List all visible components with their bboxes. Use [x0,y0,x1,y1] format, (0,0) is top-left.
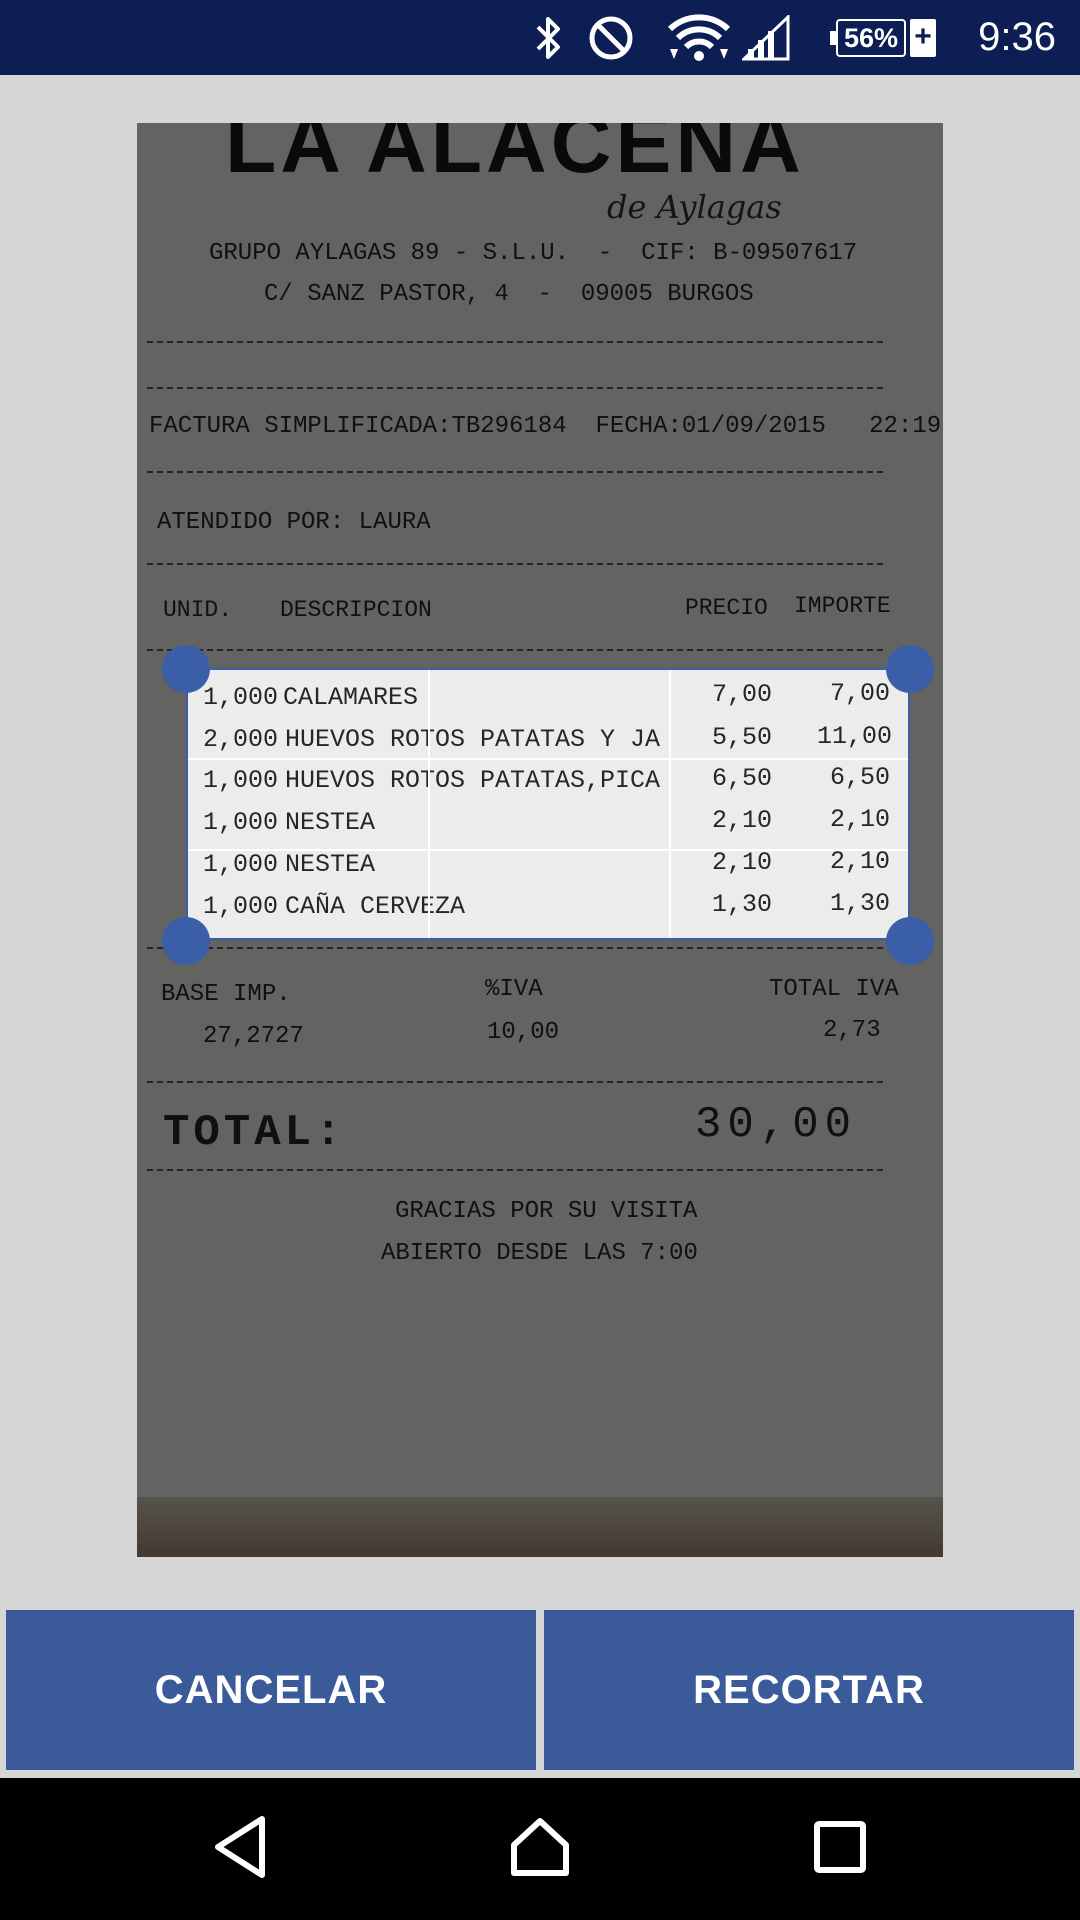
divider [147,649,883,651]
total-value: 30,00 [695,1100,858,1150]
receipt-invoice-line: FACTURA SIMPLIFICADA:TB296184 FECHA:01/0… [149,413,942,440]
grid-line [669,670,671,938]
divider [147,1081,883,1083]
divider [147,1169,883,1171]
divider [147,947,883,949]
do-not-disturb-icon [588,0,634,75]
divider [147,563,883,565]
navigation-bar [0,1778,1080,1920]
receipt-attended: ATENDIDO POR: LAURA [157,509,431,536]
header-descripcion: DESCRIPCION [280,597,432,623]
divider [147,387,883,389]
cancel-button[interactable]: CANCELAR [6,1610,536,1770]
header-importe: IMPORTE [794,593,891,619]
receipt-logo: LA ALACENA [225,123,805,190]
header-precio: PRECIO [685,595,768,621]
tax-iva-value: 10,00 [487,1019,560,1046]
total-label: TOTAL: [163,1108,346,1158]
battery-icon: 56% + [829,19,937,57]
grid-line [428,670,430,938]
crop-selection-frame[interactable] [186,668,910,940]
home-button[interactable] [480,1778,600,1920]
battery-percent: 56% [829,19,907,57]
crop-handle-bottom-right[interactable] [886,917,934,965]
crop-button[interactable]: RECORTAR [544,1610,1074,1770]
bluetooth-icon [532,0,566,75]
crop-handle-top-left[interactable] [162,645,210,693]
charging-indicator: + [910,19,937,57]
tax-iva-label: %IVA [485,976,543,1003]
home-icon [508,1815,572,1884]
receipt-company: GRUPO AYLAGAS 89 - S.L.U. - CIF: B-09507… [209,240,858,267]
tax-total-value: 2,73 [823,1017,881,1044]
cell-signal-icon [742,0,790,75]
tax-total-label: TOTAL IVA [769,976,899,1003]
divider [147,471,883,473]
receipt-logo-subtitle: de Aylagas [607,188,782,226]
recents-icon [812,1819,868,1880]
back-icon [210,1815,270,1884]
grid-line [188,758,908,760]
status-bar: 56% + 9:36 [0,0,1080,75]
crop-handle-top-right[interactable] [886,645,934,693]
opening-hours: ABIERTO DESDE LAS 7:00 [381,1240,698,1267]
receipt-address: C/ SANZ PASTOR, 4 - 09005 BURGOS [264,281,754,308]
tax-base-value: 27,2727 [203,1023,304,1050]
header-unid: UNID. [163,597,233,623]
divider [147,341,883,343]
thanks-message: GRACIAS POR SU VISITA [395,1198,698,1225]
crop-handle-bottom-left[interactable] [162,917,210,965]
recents-button[interactable] [780,1778,900,1920]
clock: 9:36 [978,15,1056,59]
grid-line [188,849,908,851]
wifi-icon [668,0,730,75]
tax-base-label: BASE IMP. [161,981,291,1008]
back-button[interactable] [180,1778,300,1920]
receipt-edge [137,1497,943,1557]
